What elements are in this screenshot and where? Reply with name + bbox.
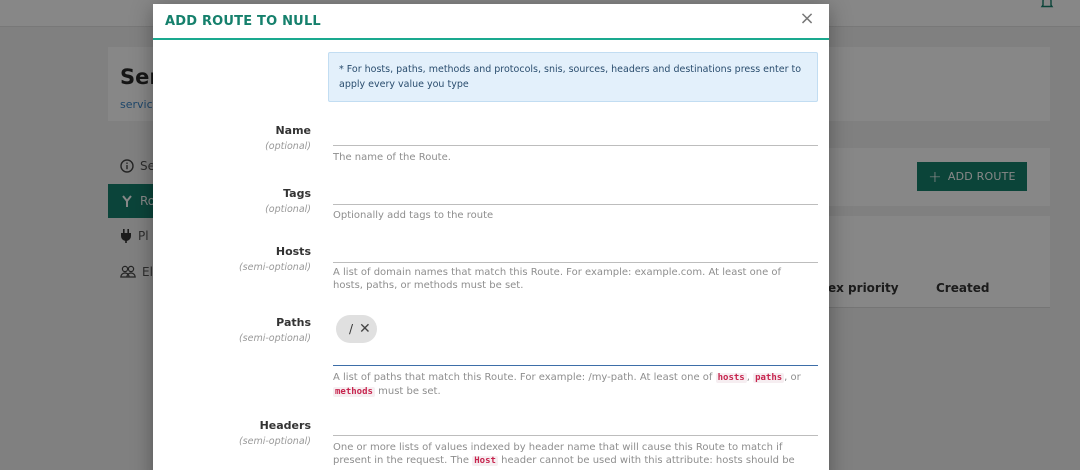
tags-input[interactable] [333, 204, 818, 205]
info-notice: * For hosts, paths, methods and protocol… [328, 52, 818, 102]
chip-remove-icon[interactable]: ✕ [359, 322, 371, 336]
name-help: The name of the Route. [333, 152, 451, 163]
headers-help: One or more lists of values indexed by h… [333, 442, 795, 466]
close-icon[interactable]: × [797, 9, 817, 29]
headers-input[interactable] [333, 435, 818, 436]
paths-sublabel: (semi-optional) [238, 333, 311, 344]
hosts-help: A list of domain names that match this R… [333, 267, 782, 291]
hosts-label: Hosts [275, 245, 311, 258]
tags-label: Tags [283, 187, 311, 200]
paths-help: A list of paths that match this Route. F… [333, 372, 801, 397]
path-chip-value: / [349, 322, 354, 336]
path-chip: / ✕ [336, 315, 377, 343]
hosts-sublabel: (semi-optional) [238, 262, 311, 273]
name-sublabel: (optional) [265, 141, 311, 152]
code-host: Host [472, 456, 498, 466]
paths-input[interactable] [333, 365, 818, 366]
code-hosts: hosts [715, 373, 747, 383]
code-methods: methods [333, 387, 375, 397]
modal-title: ADD ROUTE TO NULL [165, 14, 321, 29]
tags-help: Optionally add tags to the route [333, 210, 494, 221]
modal-header: ADD ROUTE TO NULL × [153, 4, 829, 40]
name-input[interactable] [333, 145, 818, 146]
tags-sublabel: (optional) [265, 204, 311, 215]
code-paths: paths [753, 373, 785, 383]
name-label: Name [275, 124, 311, 137]
add-route-modal: ADD ROUTE TO NULL × * For hosts, paths, … [153, 4, 829, 470]
paths-label: Paths [276, 316, 311, 329]
hosts-input[interactable] [333, 262, 818, 263]
headers-label: Headers [259, 419, 311, 432]
headers-sublabel: (semi-optional) [238, 436, 311, 447]
